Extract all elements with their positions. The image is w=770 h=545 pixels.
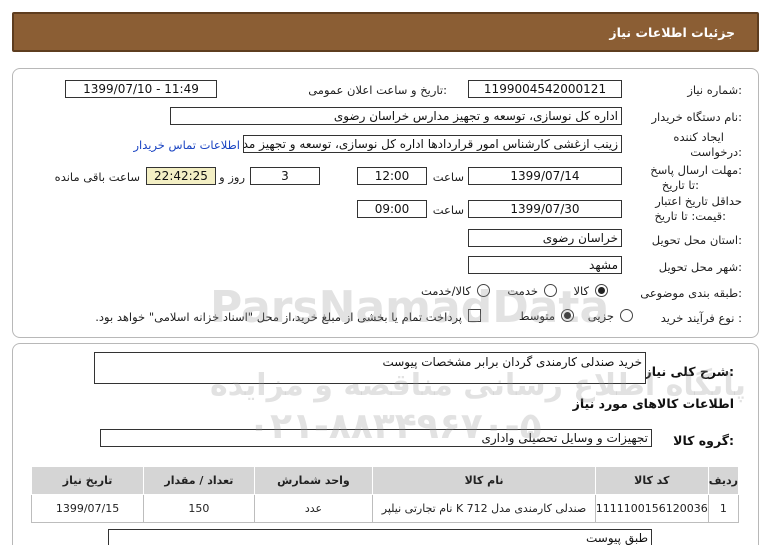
creator-label-line2: درخواست: bbox=[690, 145, 742, 159]
reply-time-label: ساعت bbox=[432, 170, 464, 184]
category-goods-radio[interactable] bbox=[595, 284, 608, 297]
page-title: جزئیات اطلاعات نیاز bbox=[609, 25, 735, 40]
goods-group-label: گروه کالا: bbox=[673, 433, 734, 448]
reply-deadline-label-line2: تا تاریخ: bbox=[661, 178, 699, 192]
cell-code: 1111100156120036 bbox=[594, 494, 709, 523]
category-service-label: خدمت bbox=[507, 284, 538, 298]
goods-info-title: اطلاعات کالاهای مورد نیاز bbox=[572, 396, 734, 411]
purchase-minor-radio[interactable] bbox=[620, 309, 633, 322]
goods-group-field[interactable]: تجهیزات و وسایل تحصیلی واداری bbox=[100, 429, 652, 447]
province-field[interactable]: خراسان رضوی bbox=[468, 229, 622, 247]
cell-name: صندلی کارمندی مدل K 712 نام تجارتی نیلپر bbox=[372, 494, 596, 523]
col-qty: تعداد / مقدار bbox=[143, 466, 255, 495]
purchase-minor-label: جزیی bbox=[587, 309, 614, 323]
remaining-time-field: 22:42:25 bbox=[146, 167, 216, 185]
col-name: نام کالا bbox=[372, 466, 596, 495]
remaining-label: ساعت باقی مانده bbox=[54, 170, 140, 184]
col-code: کد کالا bbox=[594, 466, 709, 495]
price-validity-time-label: ساعت bbox=[432, 203, 464, 217]
need-summary-field[interactable]: خرید صندلی کارمندی گردان برابر مشخصات پی… bbox=[94, 352, 646, 384]
reply-deadline-date-field[interactable]: 1399/07/14 bbox=[468, 167, 622, 185]
need-number-field[interactable]: 1199004542000121 bbox=[468, 80, 622, 98]
need-number-label: شماره نیاز: bbox=[687, 83, 742, 97]
province-label: استان محل تحویل: bbox=[651, 233, 742, 247]
days-label: روز و bbox=[219, 170, 245, 184]
category-goods-label: کالا bbox=[573, 284, 589, 298]
buyer-contact-link[interactable]: اطلاعات تماس خریدار bbox=[133, 138, 240, 152]
reply-deadline-time-field[interactable]: 12:00 bbox=[357, 167, 427, 185]
cell-date: 1399/07/15 bbox=[30, 494, 145, 523]
reply-deadline-label-line1: مهلت ارسال پاسخ: bbox=[650, 163, 742, 177]
creator-label-line1: ایجاد کننده bbox=[673, 130, 724, 144]
city-label: شهر محل تحویل: bbox=[658, 260, 742, 274]
price-validity-label-line1: حداقل تاریخ اعتبار bbox=[655, 194, 742, 208]
purchase-medium-label: متوسط bbox=[518, 309, 555, 323]
announce-date-label: تاریخ و ساعت اعلان عمومی: bbox=[308, 83, 447, 97]
creator-field[interactable]: زینب ازغشی کارشناس امور قراردادها اداره … bbox=[243, 135, 622, 153]
col-date: تاریخ نیاز bbox=[30, 466, 145, 495]
col-unit: واحد شمارش bbox=[253, 466, 374, 495]
city-field[interactable]: مشهد bbox=[468, 256, 622, 274]
price-validity-label-line2: قیمت: تا تاریخ: bbox=[654, 209, 726, 223]
cell-qty: 150 bbox=[143, 494, 255, 523]
buyer-field[interactable]: اداره کل نوسازی، توسعه و تجهیز مدارس خرا… bbox=[170, 107, 622, 125]
cell-unit: عدد bbox=[253, 494, 374, 523]
goods-note-field[interactable]: طبق پیوست bbox=[108, 529, 652, 545]
goods-table: ردیف کد کالا نام کالا واحد شمارش تعداد /… bbox=[30, 466, 740, 523]
table-row[interactable]: 1 1111100156120036 صندلی کارمندی مدل K 7… bbox=[30, 494, 740, 523]
treasury-checkbox[interactable] bbox=[468, 309, 481, 322]
category-label: طبقه بندی موضوعی: bbox=[640, 286, 742, 300]
price-validity-time-field[interactable]: 09:00 bbox=[357, 200, 427, 218]
price-validity-date-field[interactable]: 1399/07/30 bbox=[468, 200, 622, 218]
announce-date-field[interactable]: 1399/07/10 - 11:49 bbox=[65, 80, 217, 98]
cell-row: 1 bbox=[707, 494, 740, 523]
purchase-type-label: نوع فرآیند خرید : bbox=[660, 311, 742, 325]
page-header: جزئیات اطلاعات نیاز bbox=[12, 12, 759, 52]
treasury-note: پرداخت تمام یا بخشی از مبلغ خرید،از محل … bbox=[95, 310, 462, 324]
buyer-label: نام دستگاه خریدار: bbox=[651, 110, 742, 124]
col-row: ردیف bbox=[707, 466, 740, 495]
goods-table-header: ردیف کد کالا نام کالا واحد شمارش تعداد /… bbox=[30, 466, 740, 495]
category-goods-service-radio[interactable] bbox=[477, 284, 490, 297]
remaining-days-field: 3 bbox=[250, 167, 320, 185]
category-service-radio[interactable] bbox=[544, 284, 557, 297]
category-goods-service-label: کالا/خدمت bbox=[420, 284, 471, 298]
need-summary-label: شرح کلی نیاز: bbox=[644, 364, 735, 379]
purchase-medium-radio[interactable] bbox=[561, 309, 574, 322]
